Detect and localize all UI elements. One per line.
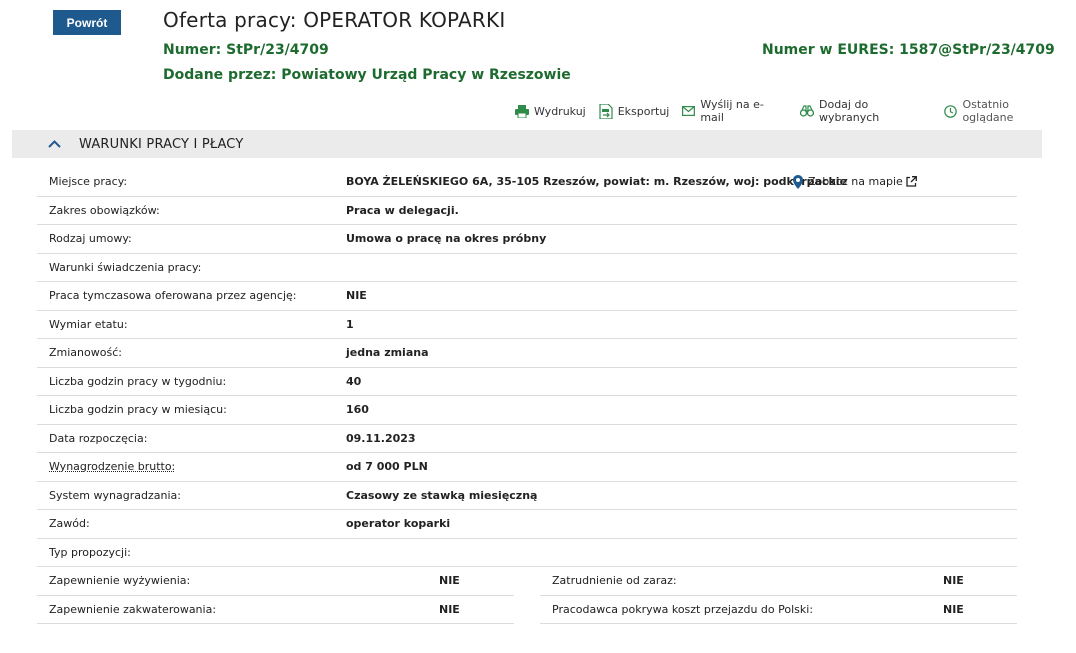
action-toolbar: Wydrukuj Eksportuj Wyślij na e-mail Doda…: [515, 98, 1076, 124]
page-title: Oferta pracy: OPERATOR KOPARKI: [163, 8, 506, 32]
table-row: Wynagrodzenie brutto: od 7 000 PLN: [37, 453, 1017, 482]
row-value: 09.11.2023: [346, 431, 416, 445]
row-key: Zapewnienie wyżywienia:: [49, 574, 191, 588]
map-link-label: Zobacz na mapie: [808, 175, 903, 189]
row-value: Umowa o pracę na okres próbny: [346, 232, 547, 246]
row-key: Zmianowość:: [49, 346, 122, 360]
row-value: 1: [346, 317, 354, 331]
email-label: Wyślij na e-mail: [700, 98, 764, 124]
row-value: BOYA ŻELEŃSKIEGO 6A, 35-105 Rzeszów, pow…: [346, 175, 848, 189]
row-key: Zakres obowiązków:: [49, 203, 160, 217]
table-row: Zawód: operator koparki: [37, 510, 1017, 539]
table-row: Liczba godzin pracy w tygodniu: 40: [37, 368, 1017, 396]
row-key: System wynagradzania:: [49, 488, 181, 502]
row-key: Wymiar etatu:: [49, 317, 128, 331]
table-row: Praca tymczasowa oferowana przez agencję…: [37, 282, 1017, 311]
row-value: od 7 000 PLN: [346, 460, 428, 474]
map-link[interactable]: Zobacz na mapie: [793, 174, 922, 189]
external-link-icon: [906, 176, 917, 187]
back-button[interactable]: Powrót: [53, 10, 121, 35]
row-key: Rodzaj umowy:: [49, 232, 132, 246]
row-key: Miejsce pracy:: [49, 175, 128, 189]
row-value: NIE: [439, 602, 460, 616]
email-action[interactable]: Wyślij na e-mail: [682, 98, 787, 124]
binoculars-icon: [800, 105, 814, 117]
section-header-warunki[interactable]: WARUNKI PRACY I PŁACY: [12, 130, 1042, 158]
print-label: Wydrukuj: [534, 104, 586, 118]
split-cell-left: Zapewnienie zakwaterowania: NIE: [37, 596, 514, 624]
envelope-icon: [682, 106, 696, 116]
table-row: Liczba godzin pracy w miesiącu: 160: [37, 396, 1017, 425]
split-row: Zapewnienie zakwaterowania: NIE Pracodaw…: [37, 596, 1017, 624]
added-by-value: Powiatowy Urząd Pracy w Rzeszowie: [281, 67, 571, 83]
recently-viewed-action[interactable]: Ostatnio oglądane: [944, 98, 1063, 124]
row-value: jedna zmiana: [346, 346, 429, 360]
table-row: Zakres obowiązków: Praca w delegacji.: [37, 197, 1017, 225]
offer-number: Numer: StPr/23/4709: [163, 42, 329, 58]
row-key: Liczba godzin pracy w tygodniu:: [49, 374, 227, 388]
eures-number: Numer w EURES: 1587@StPr/23/4709: [762, 42, 1055, 58]
add-favorites-label: Dodaj do wybranych: [819, 98, 880, 124]
split-cell-right: Pracodawca pokrywa koszt przejazdu do Po…: [540, 596, 1017, 624]
table-row: Rodzaj umowy: Umowa o pracę na okres pró…: [37, 225, 1017, 254]
row-value: 160: [346, 403, 369, 417]
row-key: Typ propozycji:: [49, 545, 131, 559]
row-key: Wynagrodzenie brutto:: [37, 460, 346, 473]
row-key: Zatrudnienie od zaraz:: [552, 574, 677, 588]
chevron-up-icon[interactable]: [48, 140, 61, 148]
table-row: Data rozpoczęcia: 09.11.2023: [37, 425, 1017, 453]
row-value: operator koparki: [346, 517, 451, 531]
row-key: Pracodawca pokrywa koszt przejazdu do Po…: [552, 602, 814, 616]
table-row: Warunki świadczenia pracy:: [37, 254, 1017, 282]
print-action[interactable]: Wydrukuj: [515, 104, 586, 118]
row-value: NIE: [346, 289, 367, 303]
printer-icon: [515, 104, 529, 118]
recently-viewed-label: Ostatnio oglądane: [962, 98, 1014, 124]
row-key: Zawód:: [49, 517, 90, 531]
export-label: Eksportuj: [617, 104, 670, 118]
added-by-label: Dodane przez:: [163, 67, 282, 83]
added-by: Dodane przez: Powiatowy Urząd Pracy w Rz…: [163, 67, 571, 83]
clock-icon: [944, 104, 958, 118]
export-action[interactable]: Eksportuj: [599, 103, 670, 119]
row-value: NIE: [943, 602, 964, 616]
row-value: 40: [346, 374, 362, 388]
row-key: Liczba godzin pracy w miesiącu:: [49, 403, 227, 417]
table-row: System wynagradzania: Czasowy ze stawką …: [37, 482, 1017, 510]
split-row: Zapewnienie wyżywienia: NIE Zatrudnienie…: [37, 567, 1017, 596]
table-row: Zmianowość: jedna zmiana: [37, 339, 1017, 368]
row-value: Praca w delegacji.: [346, 203, 459, 217]
table-row: Miejsce pracy: BOYA ŻELEŃSKIEGO 6A, 35-1…: [37, 168, 1017, 197]
map-pin-icon: [793, 174, 803, 189]
row-key: Zapewnienie zakwaterowania:: [49, 602, 217, 616]
export-file-icon: [599, 103, 613, 119]
table-row: Typ propozycji:: [37, 539, 1017, 567]
row-value: Czasowy ze stawką miesięczną: [346, 488, 538, 502]
row-value: NIE: [439, 574, 460, 588]
add-favorites-action[interactable]: Dodaj do wybranych: [800, 98, 931, 124]
salary-tooltip-term[interactable]: Wynagrodzenie brutto:: [49, 460, 175, 473]
split-cell-left: Zapewnienie wyżywienia: NIE: [37, 567, 514, 596]
row-key: Warunki świadczenia pracy:: [49, 260, 202, 274]
row-key: Praca tymczasowa oferowana przez agencję…: [49, 289, 297, 303]
table-row: Wymiar etatu: 1: [37, 311, 1017, 339]
row-value: NIE: [943, 574, 964, 588]
details-table: Miejsce pracy: BOYA ŻELEŃSKIEGO 6A, 35-1…: [37, 168, 1017, 624]
section-title: WARUNKI PRACY I PŁACY: [79, 136, 244, 152]
row-key: Data rozpoczęcia:: [49, 431, 148, 445]
split-cell-right: Zatrudnienie od zaraz: NIE: [540, 567, 1017, 596]
